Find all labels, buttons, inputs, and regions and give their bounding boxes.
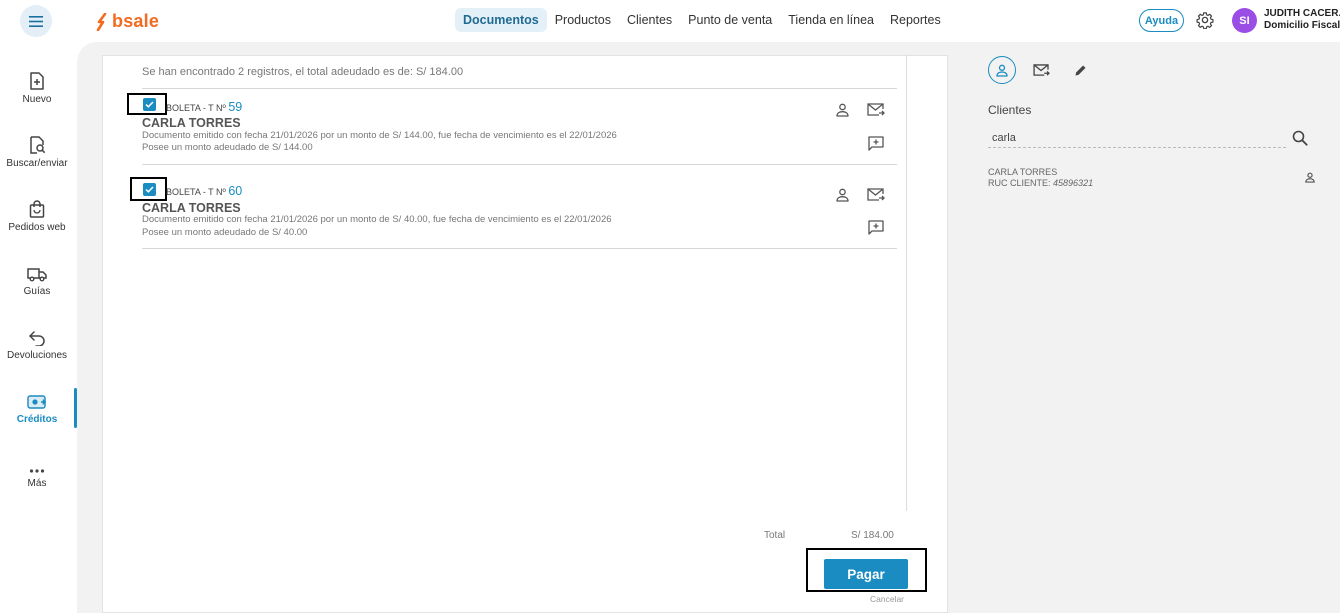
user-icon [836,103,849,117]
client-button[interactable] [836,188,849,207]
total-value: S/ 184.00 [851,530,894,541]
divider [142,248,897,249]
document-debt: Posee un monto adeudado de S/ 144.00 [142,142,313,153]
help-button[interactable]: Ayuda [1139,9,1184,32]
comment-button[interactable] [868,136,884,156]
client-result-ruc: RUC CLIENTE: 45896321 [988,178,1093,188]
more-dots-icon [29,469,45,473]
sidebar-item-creditos[interactable]: Créditos [0,388,74,425]
nav-documentos[interactable]: Documentos [455,8,547,32]
document-number[interactable]: 59 [228,100,242,114]
logo-text: bsale [112,11,160,31]
client-ruc-label: RUC CLIENTE: [988,178,1051,188]
email-forward-icon [867,103,885,116]
divider [142,164,897,165]
sidebar-item-nuevo[interactable]: Nuevo [0,68,74,105]
results-summary: Se han encontrado 2 registros, el total … [142,66,464,78]
pencil-icon [1075,65,1085,75]
user-icon [1305,172,1315,183]
document-type-label: BOLETA - T Nº [166,187,226,197]
document-type: BOLETA - T Nº 59 [166,100,242,114]
nav-clientes[interactable]: Clientes [619,8,680,32]
document-description: Documento emitido con fecha 21/01/2026 p… [142,214,612,225]
document-type: BOLETA - T Nº 60 [166,184,242,198]
total-label: Total [764,530,786,541]
document-description: Documento emitido con fecha 21/01/2026 p… [142,130,617,141]
sidebar-item-label: Buscar/enviar [6,158,68,169]
tab-edit[interactable] [1066,56,1094,84]
document-client: CARLA TORRES [142,201,241,215]
settings-button[interactable] [1196,11,1214,34]
sidebar-item-mas[interactable]: Más [0,452,74,489]
pay-button[interactable]: Pagar [824,559,908,589]
user-avatar[interactable]: SI [1232,8,1257,33]
sidebar-item-guias[interactable]: Guías [0,260,74,297]
user-branch: Domicilio Fiscal [1264,20,1340,31]
check-icon [145,186,154,193]
client-result-user-button[interactable] [1305,170,1315,188]
tab-email[interactable] [1027,56,1055,84]
main-navigation: Documentos Productos Clientes Punto de v… [455,8,949,32]
sidebar-item-label: Créditos [16,414,58,425]
divider [142,88,897,89]
top-bar: bsale Documentos Productos Clientes Punt… [0,0,1340,42]
search-button[interactable] [1292,130,1308,151]
check-icon [145,101,154,108]
sidebar-item-label: Pedidos web [8,222,66,233]
bsale-logo[interactable]: bsale [96,11,159,32]
document-checkbox[interactable] [143,98,156,111]
sidebar-item-label: Guías [23,286,51,297]
tab-client[interactable] [988,56,1016,84]
sidebar-item-devoluciones[interactable]: Devoluciones [0,324,74,361]
send-email-button[interactable] [867,188,885,207]
clients-title: Clientes [988,103,1032,117]
bsale-logo-icon [96,12,107,31]
credit-money-icon [27,395,46,409]
cancel-link[interactable]: Cancelar [870,594,904,604]
document-debt: Posee un monto adeudado de S/ 40.00 [142,227,308,238]
sidebar-item-pedidos-web[interactable]: Pedidos web [0,196,74,233]
nav-punto-de-venta[interactable]: Punto de venta [680,8,780,32]
hamburger-icon [29,15,43,27]
left-sidebar: Nuevo Buscar/enviar Pedidos web Guías De… [0,42,77,613]
document-client: CARLA TORRES [142,116,241,130]
client-ruc-value: 45896321 [1053,178,1094,188]
new-document-icon [30,72,44,90]
search-document-icon [29,136,45,154]
sidebar-item-label: Devoluciones [6,350,68,361]
user-menu[interactable]: JUDITH CACER... Domicilio Fiscal [1264,8,1340,32]
add-comment-icon [868,136,884,151]
nav-reportes[interactable]: Reportes [882,8,949,32]
menu-button[interactable] [20,5,52,37]
nav-productos[interactable]: Productos [547,8,619,32]
email-forward-icon [1032,63,1050,76]
truck-icon [27,268,47,282]
client-search-input[interactable] [988,128,1286,148]
add-comment-icon [868,220,884,235]
document-type-label: BOLETA - T Nº [166,103,226,113]
sidebar-item-label: Más [27,478,47,489]
search-icon [1292,130,1308,146]
nav-tienda-en-linea[interactable]: Tienda en línea [780,8,882,32]
email-forward-icon [867,188,885,201]
return-arrow-icon [29,331,45,346]
sidebar-item-label: Nuevo [22,94,52,105]
documents-divider [906,55,907,511]
document-checkbox[interactable] [143,183,156,196]
client-result-name[interactable]: CARLA TORRES [988,167,1057,177]
send-email-button[interactable] [867,103,885,122]
gear-icon [1196,12,1214,30]
client-button[interactable] [836,103,849,122]
user-icon [836,188,849,202]
user-name: JUDITH CACER... [1264,8,1340,19]
sidebar-item-buscar-enviar[interactable]: Buscar/enviar [0,132,74,169]
user-icon [996,64,1008,77]
comment-button[interactable] [868,220,884,240]
document-number[interactable]: 60 [228,184,242,198]
shopping-bag-icon [29,200,45,218]
